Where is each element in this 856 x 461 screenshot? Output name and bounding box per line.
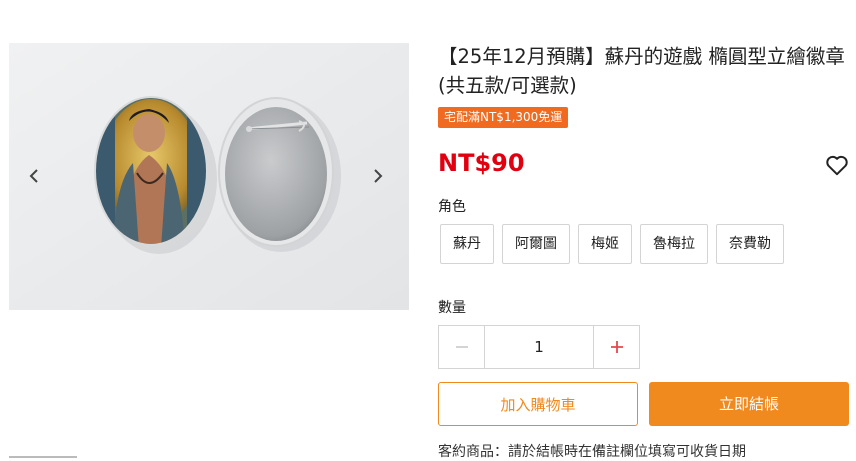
quantity-decrease-button[interactable]	[439, 326, 485, 368]
variant-option[interactable]: 蘇丹	[440, 224, 494, 264]
quantity-stepper	[438, 325, 640, 369]
gallery-next-button[interactable]	[363, 161, 393, 191]
gallery-prev-button[interactable]	[19, 161, 49, 191]
variant-option[interactable]: 魯梅拉	[640, 224, 708, 264]
variant-option[interactable]: 梅姬	[578, 224, 632, 264]
variant-option[interactable]: 奈費勒	[716, 224, 784, 264]
product-title: 【25年12月預購】蘇丹的遊戲 橢圓型立繪徽章 (共五款/可選款)	[438, 45, 845, 97]
free-shipping-badge: 宅配滿NT$1,300免運	[438, 107, 569, 128]
product-image-gallery	[9, 43, 409, 310]
gallery-thumbnail-indicator[interactable]	[9, 456, 77, 458]
plus-icon	[610, 341, 623, 353]
product-price: NT$90	[438, 149, 525, 177]
checkout-button[interactable]: 立即結帳	[649, 382, 849, 426]
variant-label: 角色	[438, 199, 466, 215]
variant-selector: 蘇丹 阿爾圖 梅姬 魯梅拉 奈費勒	[440, 224, 784, 264]
quantity-label: 數量	[438, 300, 466, 316]
variant-option[interactable]: 阿爾圖	[502, 224, 570, 264]
quantity-input[interactable]	[485, 326, 593, 368]
add-to-cart-button[interactable]: 加入購物車	[438, 382, 638, 426]
preorder-note: 客約商品：請於結帳時在備註欄位填寫可收貨日期	[438, 444, 746, 460]
chevron-right-icon	[374, 169, 383, 183]
quantity-increase-button[interactable]	[593, 326, 639, 368]
chevron-left-icon	[29, 169, 38, 183]
heart-icon	[826, 155, 848, 176]
product-image	[9, 43, 409, 310]
minus-icon	[455, 346, 468, 348]
wishlist-button[interactable]	[824, 152, 850, 178]
